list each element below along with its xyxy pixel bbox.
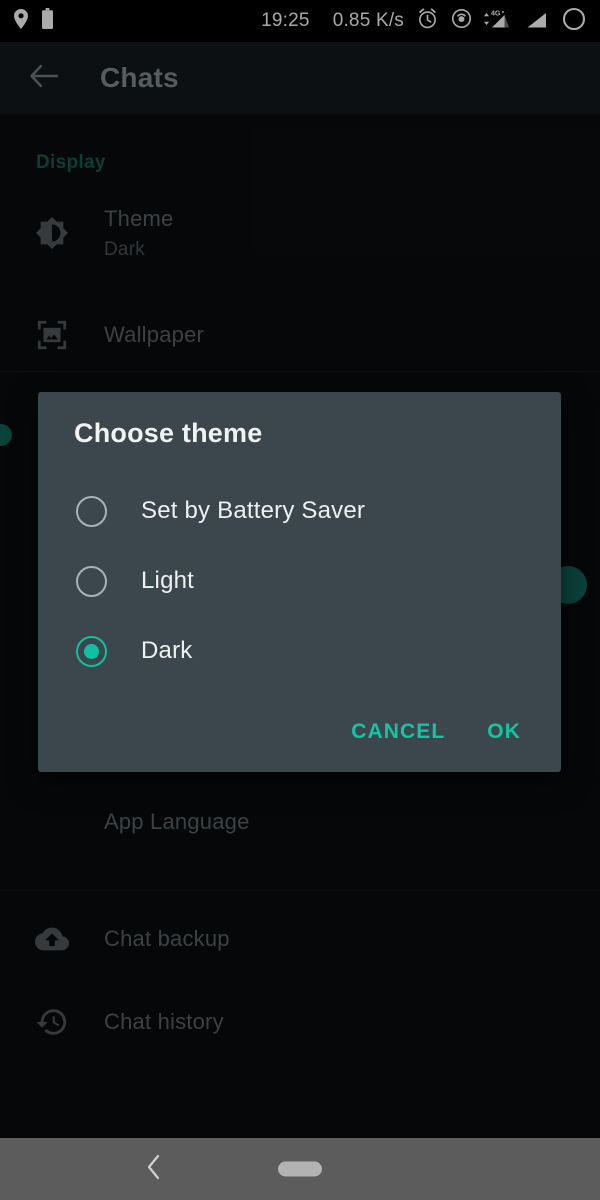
radio-button[interactable]: [76, 566, 107, 597]
system-navigation-bar: [0, 1138, 600, 1200]
phone-screen: 19:25 0.85 K/s 4G: [0, 0, 600, 1200]
home-pill-indicator[interactable]: [278, 1162, 322, 1177]
ok-button[interactable]: OK: [473, 710, 535, 754]
theme-radio-group[interactable]: Set by Battery Saver Light Dark: [38, 476, 561, 686]
radio-option-label: Set by Battery Saver: [141, 497, 365, 525]
nav-back-button[interactable]: [130, 1145, 178, 1193]
radio-option-label: Light: [141, 567, 194, 595]
radio-option-light[interactable]: Light: [38, 546, 561, 616]
radio-button[interactable]: [76, 496, 107, 527]
dialog-title: Choose theme: [74, 418, 262, 449]
radio-option-set-by-battery-saver[interactable]: Set by Battery Saver: [38, 476, 561, 546]
radio-option-dark[interactable]: Dark: [38, 616, 561, 686]
dialog-actions: CANCEL OK: [38, 710, 561, 754]
chevron-back-icon: [144, 1153, 164, 1186]
radio-option-label: Dark: [141, 637, 192, 665]
choose-theme-dialog: Choose theme Set by Battery Saver Light …: [38, 392, 561, 772]
radio-button-selected[interactable]: [76, 636, 107, 667]
cancel-button[interactable]: CANCEL: [337, 710, 459, 754]
